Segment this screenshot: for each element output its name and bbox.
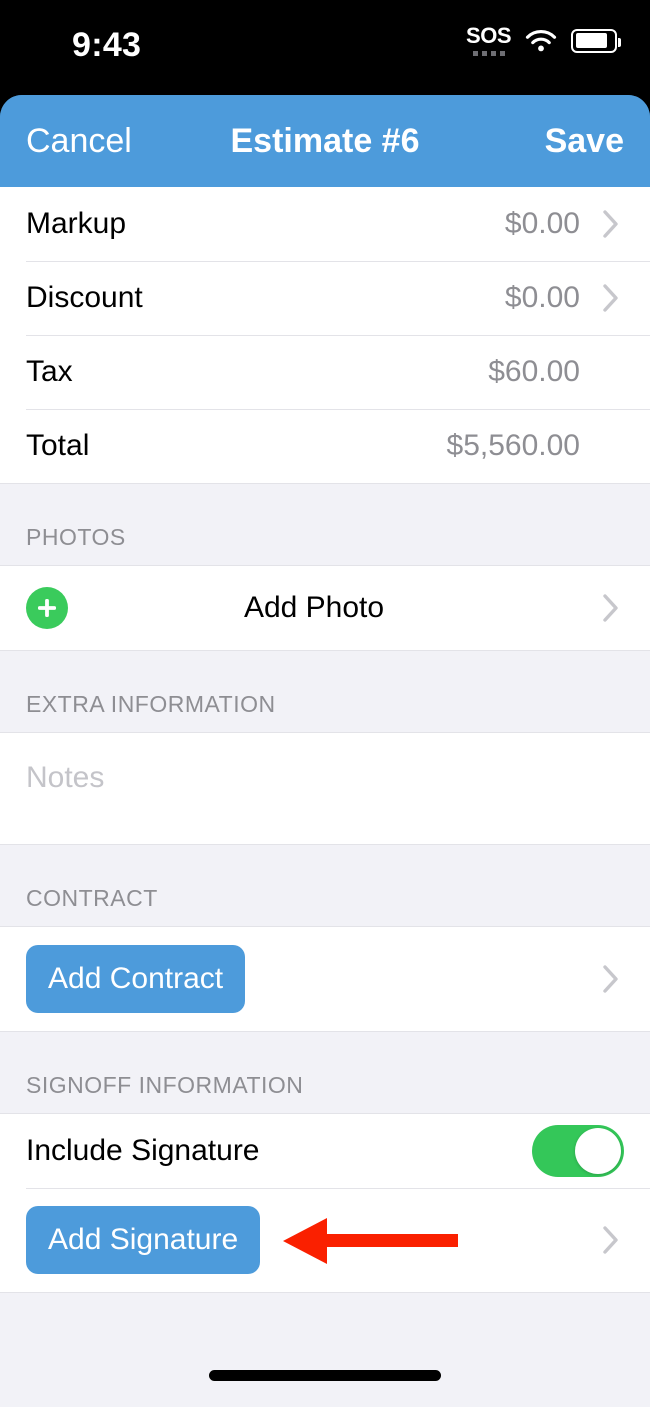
phone-screen: Cancel Estimate #6 Save Markup $0.00 Dis… bbox=[0, 0, 650, 1407]
sos-icon: SOS bbox=[466, 25, 511, 56]
row-label: Markup bbox=[26, 207, 127, 240]
section-header-extra-information: EXTRA INFORMATION bbox=[0, 650, 650, 733]
battery-fill bbox=[575, 33, 608, 48]
row-label: Tax bbox=[26, 355, 73, 388]
add-contract-row[interactable]: Add Contract bbox=[0, 927, 650, 1031]
form-content: Markup $0.00 Discount $0.00 Tax $60.00 T… bbox=[0, 187, 650, 1407]
row-value: $0.00 bbox=[504, 207, 580, 240]
row-value: $60.00 bbox=[488, 355, 580, 388]
section-header-contract: CONTRACT bbox=[0, 845, 650, 927]
toggle-knob bbox=[575, 1128, 621, 1174]
add-signature-row[interactable]: Add Signature bbox=[0, 1188, 650, 1292]
totals-group: Markup $0.00 Discount $0.00 Tax $60.00 T… bbox=[0, 187, 650, 483]
battery-icon bbox=[571, 28, 621, 53]
row-label: Total bbox=[26, 429, 90, 462]
cancel-button[interactable]: Cancel bbox=[26, 122, 132, 161]
chevron-placeholder bbox=[598, 431, 624, 461]
wifi-icon bbox=[525, 29, 557, 53]
chevron-placeholder bbox=[598, 357, 624, 387]
row-value: $5,560.00 bbox=[446, 429, 580, 462]
add-photo-row[interactable]: Add Photo bbox=[0, 566, 650, 650]
chevron-right-icon bbox=[598, 593, 624, 623]
chevron-right-icon bbox=[598, 964, 624, 994]
nav-bar: Cancel Estimate #6 Save bbox=[0, 95, 650, 187]
status-bar: 9:43 SOS bbox=[0, 0, 650, 95]
save-button[interactable]: Save bbox=[545, 122, 624, 161]
row-value: $0.00 bbox=[504, 281, 580, 314]
add-contract-button[interactable]: Add Contract bbox=[26, 945, 246, 1013]
table-row-total: Total $5,560.00 bbox=[0, 409, 650, 483]
status-indicators: SOS bbox=[466, 25, 621, 56]
include-signature-toggle[interactable] bbox=[532, 1125, 624, 1177]
chevron-right-icon bbox=[598, 209, 624, 239]
table-row-markup[interactable]: Markup $0.00 bbox=[0, 187, 650, 261]
bottom-filler bbox=[0, 1292, 650, 1407]
table-row-tax: Tax $60.00 bbox=[0, 335, 650, 409]
add-signature-button[interactable]: Add Signature bbox=[26, 1206, 261, 1274]
section-header-signoff-information: SIGNOFF INFORMATION bbox=[0, 1031, 650, 1114]
include-signature-label: Include Signature bbox=[26, 1134, 260, 1167]
signal-dots-icon bbox=[472, 51, 505, 56]
add-photo-label: Add Photo bbox=[243, 591, 385, 624]
sos-label: SOS bbox=[466, 23, 511, 48]
status-time: 9:43 bbox=[72, 26, 142, 64]
notes-placeholder: Notes bbox=[26, 761, 105, 794]
include-signature-row[interactable]: Include Signature bbox=[0, 1114, 650, 1188]
section-header-photos: PHOTOS bbox=[0, 483, 650, 566]
chevron-right-icon bbox=[598, 283, 624, 313]
table-row-discount[interactable]: Discount $0.00 bbox=[0, 261, 650, 335]
home-indicator bbox=[209, 1370, 441, 1381]
chevron-right-icon bbox=[598, 1225, 624, 1255]
modal-sheet: Cancel Estimate #6 Save Markup $0.00 Dis… bbox=[0, 95, 650, 1407]
row-label: Discount bbox=[26, 281, 143, 314]
notes-field[interactable]: Notes bbox=[0, 733, 650, 845]
